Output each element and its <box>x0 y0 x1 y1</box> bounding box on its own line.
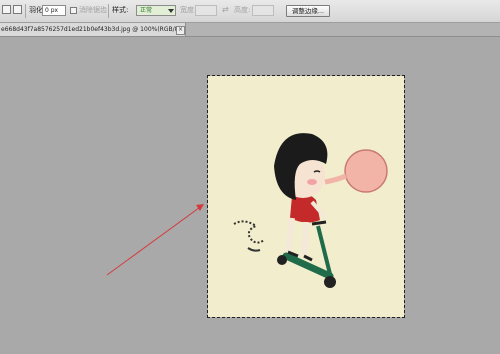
annotation-arrow <box>106 204 204 276</box>
